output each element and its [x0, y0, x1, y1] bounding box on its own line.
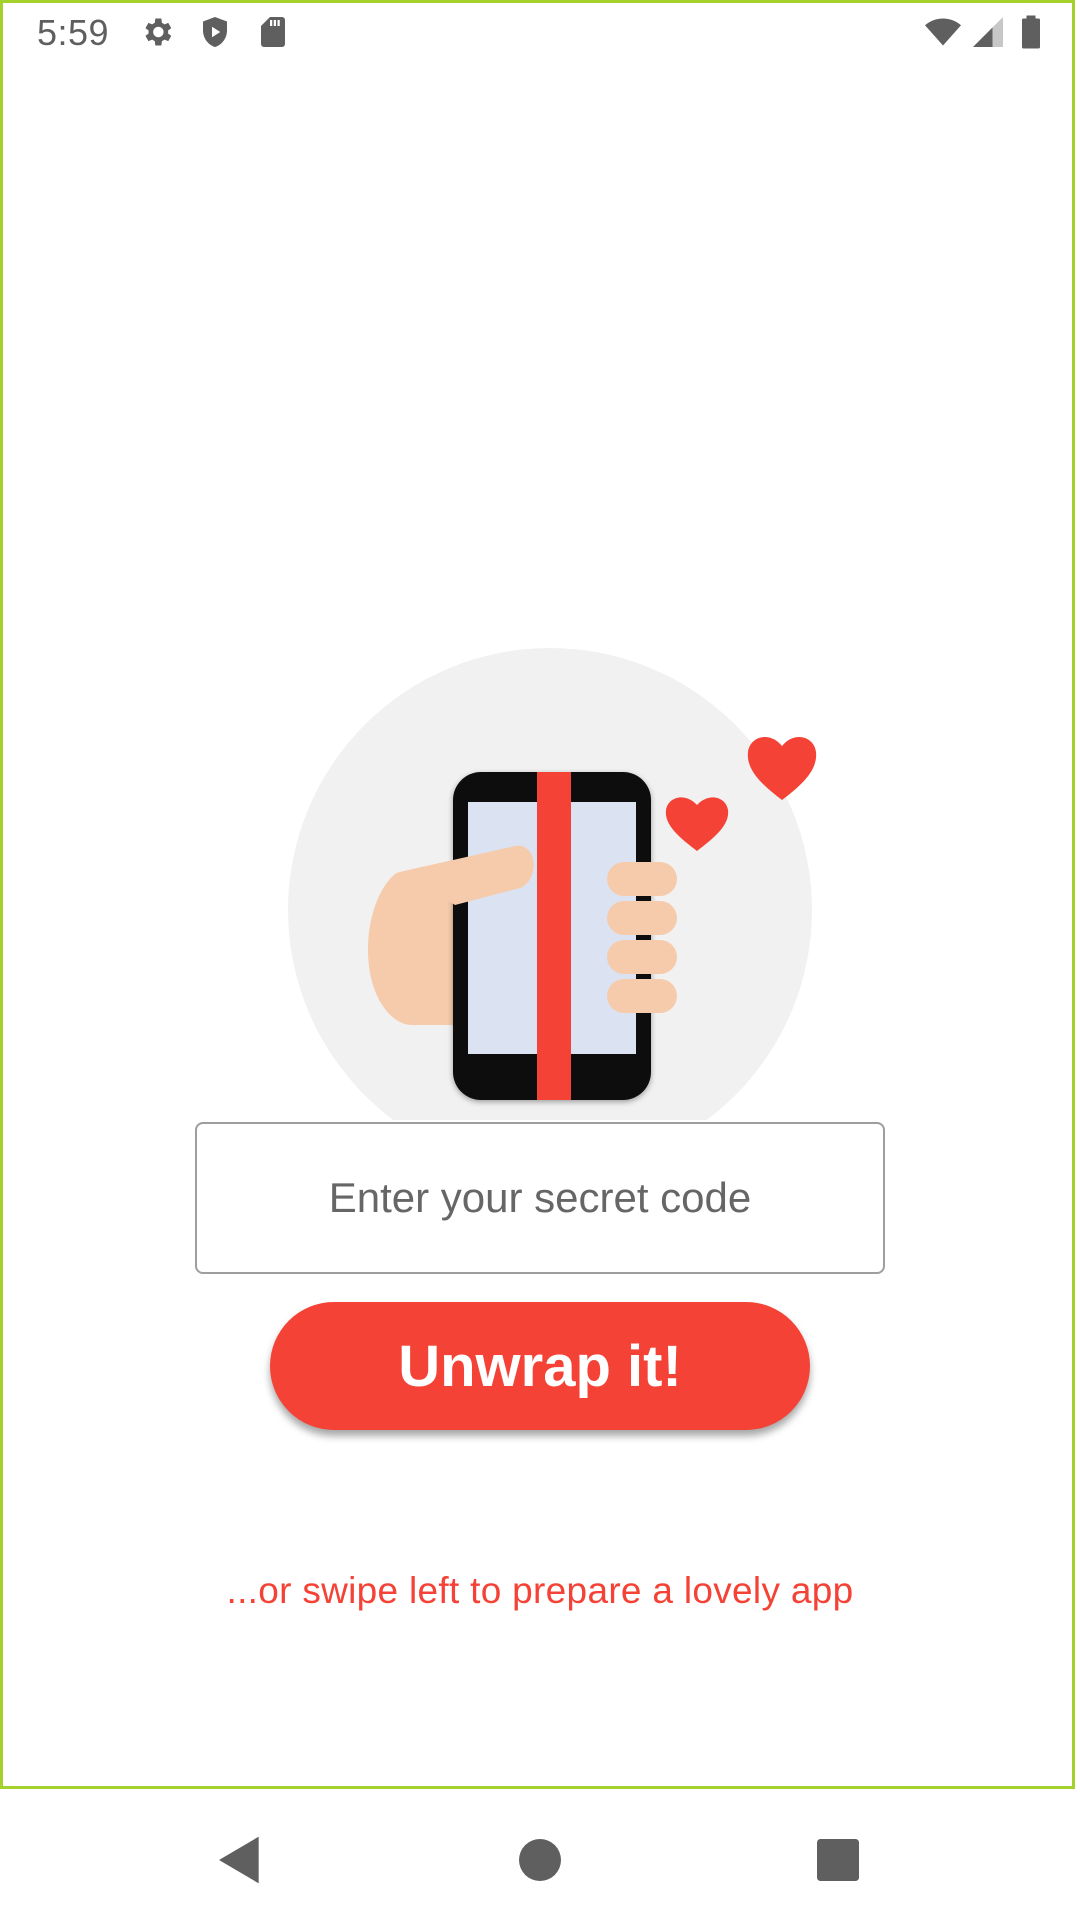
unwrap-button[interactable]: Unwrap it! — [270, 1302, 810, 1430]
shield-play-icon — [197, 14, 233, 50]
recents-icon[interactable] — [810, 1832, 866, 1888]
settings-icon — [139, 14, 175, 50]
battery-icon — [1012, 14, 1050, 50]
finger-2 — [607, 901, 677, 935]
gift-ribbon — [537, 772, 571, 1100]
home-icon[interactable] — [512, 1832, 568, 1888]
finger-4 — [607, 979, 677, 1013]
back-icon[interactable] — [212, 1832, 268, 1888]
finger-3 — [607, 940, 677, 974]
cell-signal-icon — [970, 14, 1006, 50]
system-navigation-bar — [0, 1796, 1080, 1920]
hero-illustration — [0, 620, 1080, 1140]
sd-card-icon — [255, 14, 291, 50]
status-bar: 5:59 — [0, 0, 1080, 64]
wifi-icon — [922, 14, 964, 50]
finger-1 — [607, 862, 677, 896]
status-time: 5:59 — [37, 12, 110, 53]
gift-phone-illustration — [288, 648, 817, 1120]
swipe-hint-text: ...or swipe left to prepare a lovely app — [226, 1570, 854, 1611]
secret-code-input[interactable] — [195, 1122, 885, 1274]
